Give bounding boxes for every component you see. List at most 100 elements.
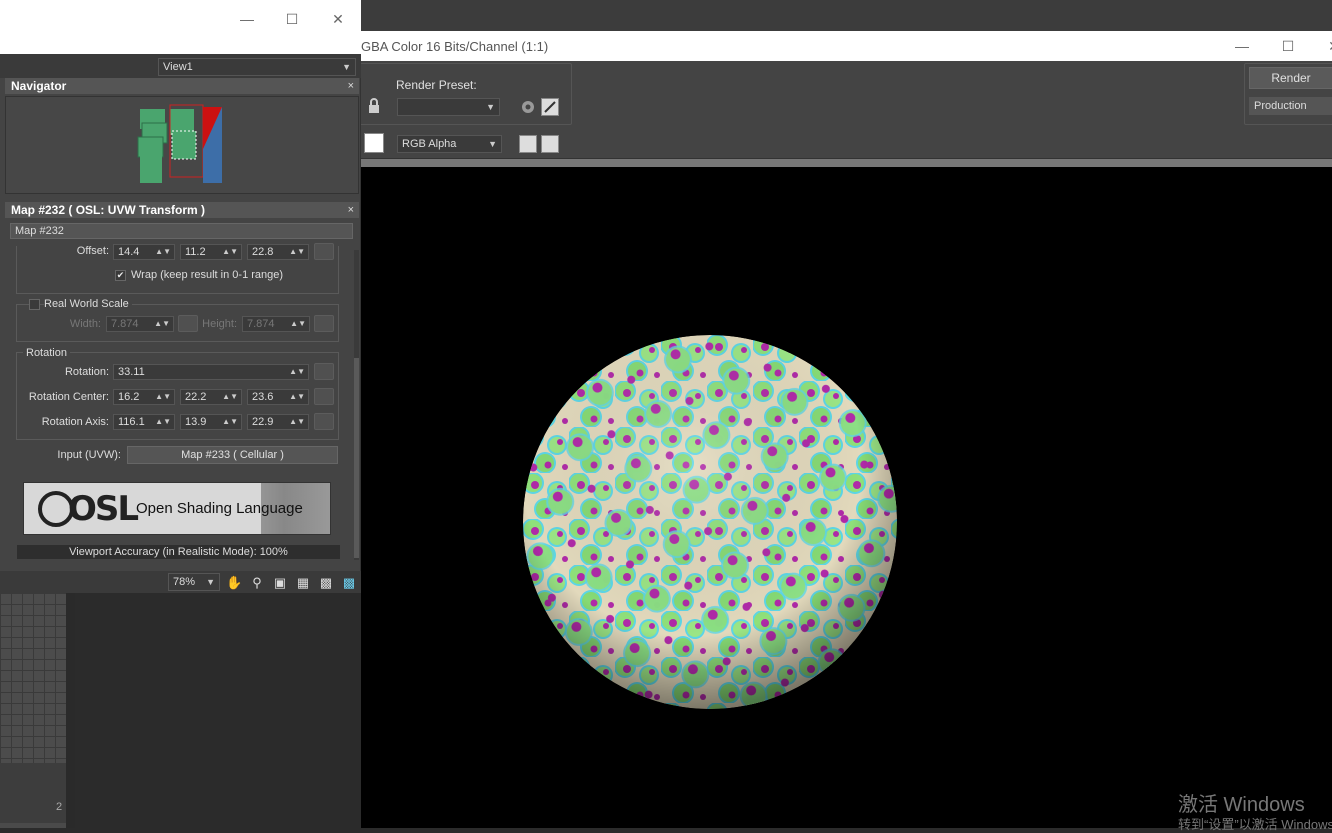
rotation-axis-y-spinner[interactable]: 13.9 ▲▼	[180, 414, 242, 430]
rendered-frame-window: GBA Color 16 Bits/Channel (1:1) — ☐ ✕ Re…	[359, 31, 1332, 828]
navigator-close-icon[interactable]: ×	[348, 78, 354, 94]
channel-display-icon[interactable]	[541, 135, 559, 153]
map-name-field[interactable]: Map #232	[10, 223, 353, 239]
rotation-map-button[interactable]	[314, 363, 334, 380]
width-value: 7.874	[111, 318, 139, 330]
maximize-icon[interactable]: ☐	[277, 10, 307, 30]
rotation-axis-x-spinner[interactable]: 116.1 ▲▼	[113, 414, 175, 430]
osl-logo-mark: OSL	[68, 489, 139, 529]
map-panel-close-icon[interactable]: ×	[348, 202, 354, 218]
zoom-value: 78%	[173, 576, 196, 588]
pan-to-selected-icon[interactable]: ▩	[341, 575, 357, 591]
render-scroll-strip[interactable]	[361, 159, 1332, 167]
rotation-axis-label: Rotation Axis:	[41, 416, 109, 428]
render-toolbar: Render Preset: ▼ Render Production RGB A…	[359, 61, 1332, 159]
viewport-strip: 2	[0, 593, 75, 828]
pan-hand-icon[interactable]: ✋	[226, 575, 242, 591]
render-button[interactable]: Render	[1249, 67, 1332, 89]
zoom-dropdown[interactable]: 78% ▼	[168, 573, 220, 591]
minimize-icon[interactable]: —	[1227, 37, 1257, 57]
viewport-edge	[66, 593, 75, 828]
rotation-center-x-value: 16.2	[118, 391, 140, 403]
navigator-titlebar: Navigator ×	[5, 78, 359, 94]
height-spinner[interactable]: 7.874 ▲▼	[242, 316, 310, 332]
channel-dropdown-label: RGB Alpha	[402, 138, 457, 150]
render-preset-dropdown[interactable]: ▼	[397, 98, 500, 116]
offset-map-button[interactable]	[314, 243, 334, 260]
osl-banner-text: Open Shading Language	[136, 500, 303, 517]
real-world-scale-checkbox[interactable]	[29, 299, 40, 310]
channel-dropdown[interactable]: RGB Alpha ▼	[397, 135, 502, 153]
offset-y-value: 11.2	[185, 246, 206, 258]
rotation-center-label: Rotation Center:	[28, 391, 109, 403]
zoom-extents-icon[interactable]: ▦	[295, 575, 311, 591]
navigator-title: Navigator	[11, 79, 67, 93]
wrap-label: Wrap (keep result in 0-1 range)	[131, 269, 284, 281]
slate-titlebar: — ☐ ✕	[0, 0, 361, 54]
width-label: Width:	[69, 318, 101, 330]
viewport-grid	[0, 593, 66, 763]
offset-y-spinner[interactable]: 11.2 ▲▼	[180, 244, 242, 260]
viewport-timeline: 2	[0, 763, 66, 823]
rotation-center-z-spinner[interactable]: 23.6 ▲▼	[247, 389, 309, 405]
rotation-axis-map-button[interactable]	[314, 413, 334, 430]
rendered-sphere	[523, 335, 897, 709]
activation-watermark-hint: 转到“设置”以激活 Windows	[1178, 817, 1332, 832]
height-map-button[interactable]	[314, 315, 334, 332]
view-dropdown-label: View1	[163, 61, 193, 73]
height-label: Height:	[202, 318, 237, 330]
rotation-label: Rotation:	[64, 366, 109, 378]
zoom-extents-selected-icon[interactable]: ▩	[318, 575, 334, 591]
offset-z-value: 22.8	[252, 246, 274, 258]
rotation-axis-z-value: 22.9	[252, 416, 274, 428]
offset-x-spinner[interactable]: 14.4 ▲▼	[113, 244, 175, 260]
map-panel-title: Map #232 ( OSL: UVW Transform )	[11, 203, 206, 217]
rotation-axis-x-value: 116.1	[118, 416, 145, 428]
input-map-button[interactable]: Map #233 ( Cellular )	[127, 446, 338, 464]
rotation-value: 33.11	[118, 366, 145, 378]
map-parameters-panel: Map #232 Offset: 14.4 ▲▼ 11.2 ▲▼ 22.8 ▲▼ ✔ …	[5, 218, 359, 568]
height-value: 7.874	[247, 318, 275, 330]
close-icon[interactable]: ✕	[1319, 37, 1332, 57]
map-panel-titlebar: Map #232 ( OSL: UVW Transform ) ×	[5, 202, 359, 218]
rotation-group-title: Rotation	[23, 347, 70, 359]
offset-x-value: 14.4	[118, 246, 140, 258]
viewport-accuracy-bar[interactable]: Viewport Accuracy (in Realistic Mode): 1…	[17, 545, 340, 559]
zoom-icon[interactable]: ⚲	[249, 575, 265, 591]
render-window-titlebar: GBA Color 16 Bits/Channel (1:1) — ☐ ✕	[361, 31, 1332, 61]
view-dropdown[interactable]: View1 ▼	[158, 58, 356, 76]
rotation-center-y-value: 22.2	[185, 391, 207, 403]
navigator-preview[interactable]	[5, 96, 359, 194]
minimize-icon[interactable]: —	[232, 10, 262, 30]
lock-icon[interactable]	[367, 98, 383, 114]
wrap-checkbox[interactable]: ✔	[115, 270, 126, 281]
panel-scrollbar-thumb[interactable]	[354, 358, 359, 558]
display-icon[interactable]	[519, 135, 537, 153]
zoom-region-icon[interactable]: ▣	[272, 575, 288, 591]
rotation-spinner[interactable]: 33.11 ▲▼	[113, 364, 309, 380]
ruler-number: 2	[56, 801, 63, 813]
offset-z-spinner[interactable]: 22.8 ▲▼	[247, 244, 309, 260]
activation-watermark-title: 激活 Windows	[1178, 794, 1305, 816]
rotation-center-map-button[interactable]	[314, 388, 334, 405]
rotation-axis-y-value: 13.9	[185, 416, 207, 428]
render-canvas	[361, 167, 1332, 828]
real-world-scale-label: Real World Scale	[44, 298, 132, 310]
environment-icon[interactable]	[541, 98, 559, 116]
preset-settings-icon[interactable]	[519, 98, 537, 116]
production-dropdown[interactable]: Production	[1249, 97, 1332, 115]
rotation-center-z-value: 23.6	[252, 391, 274, 403]
color-swatch[interactable]	[364, 133, 384, 153]
osl-logo-banner: OSL Open Shading Language	[23, 482, 331, 535]
slate-material-editor-window: — ☐ ✕ View1 ▼ Navigator × Map #232 ( OSL:…	[0, 0, 361, 593]
render-preset-label: Render Preset:	[396, 78, 477, 92]
rotation-center-y-spinner[interactable]: 22.2 ▲▼	[180, 389, 242, 405]
render-window-title: GBA Color 16 Bits/Channel (1:1)	[361, 39, 549, 54]
width-spinner[interactable]: 7.874 ▲▼	[106, 316, 174, 332]
maximize-icon[interactable]: ☐	[1273, 37, 1303, 57]
rotation-axis-z-spinner[interactable]: 22.9 ▲▼	[247, 414, 309, 430]
slate-statusbar: 78% ▼ ✋ ⚲ ▣ ▦ ▩ ▩	[0, 571, 361, 593]
rotation-center-x-spinner[interactable]: 16.2 ▲▼	[113, 389, 175, 405]
close-icon[interactable]: ✕	[323, 10, 353, 30]
input-uvw-label: Input (UVW):	[57, 449, 121, 461]
